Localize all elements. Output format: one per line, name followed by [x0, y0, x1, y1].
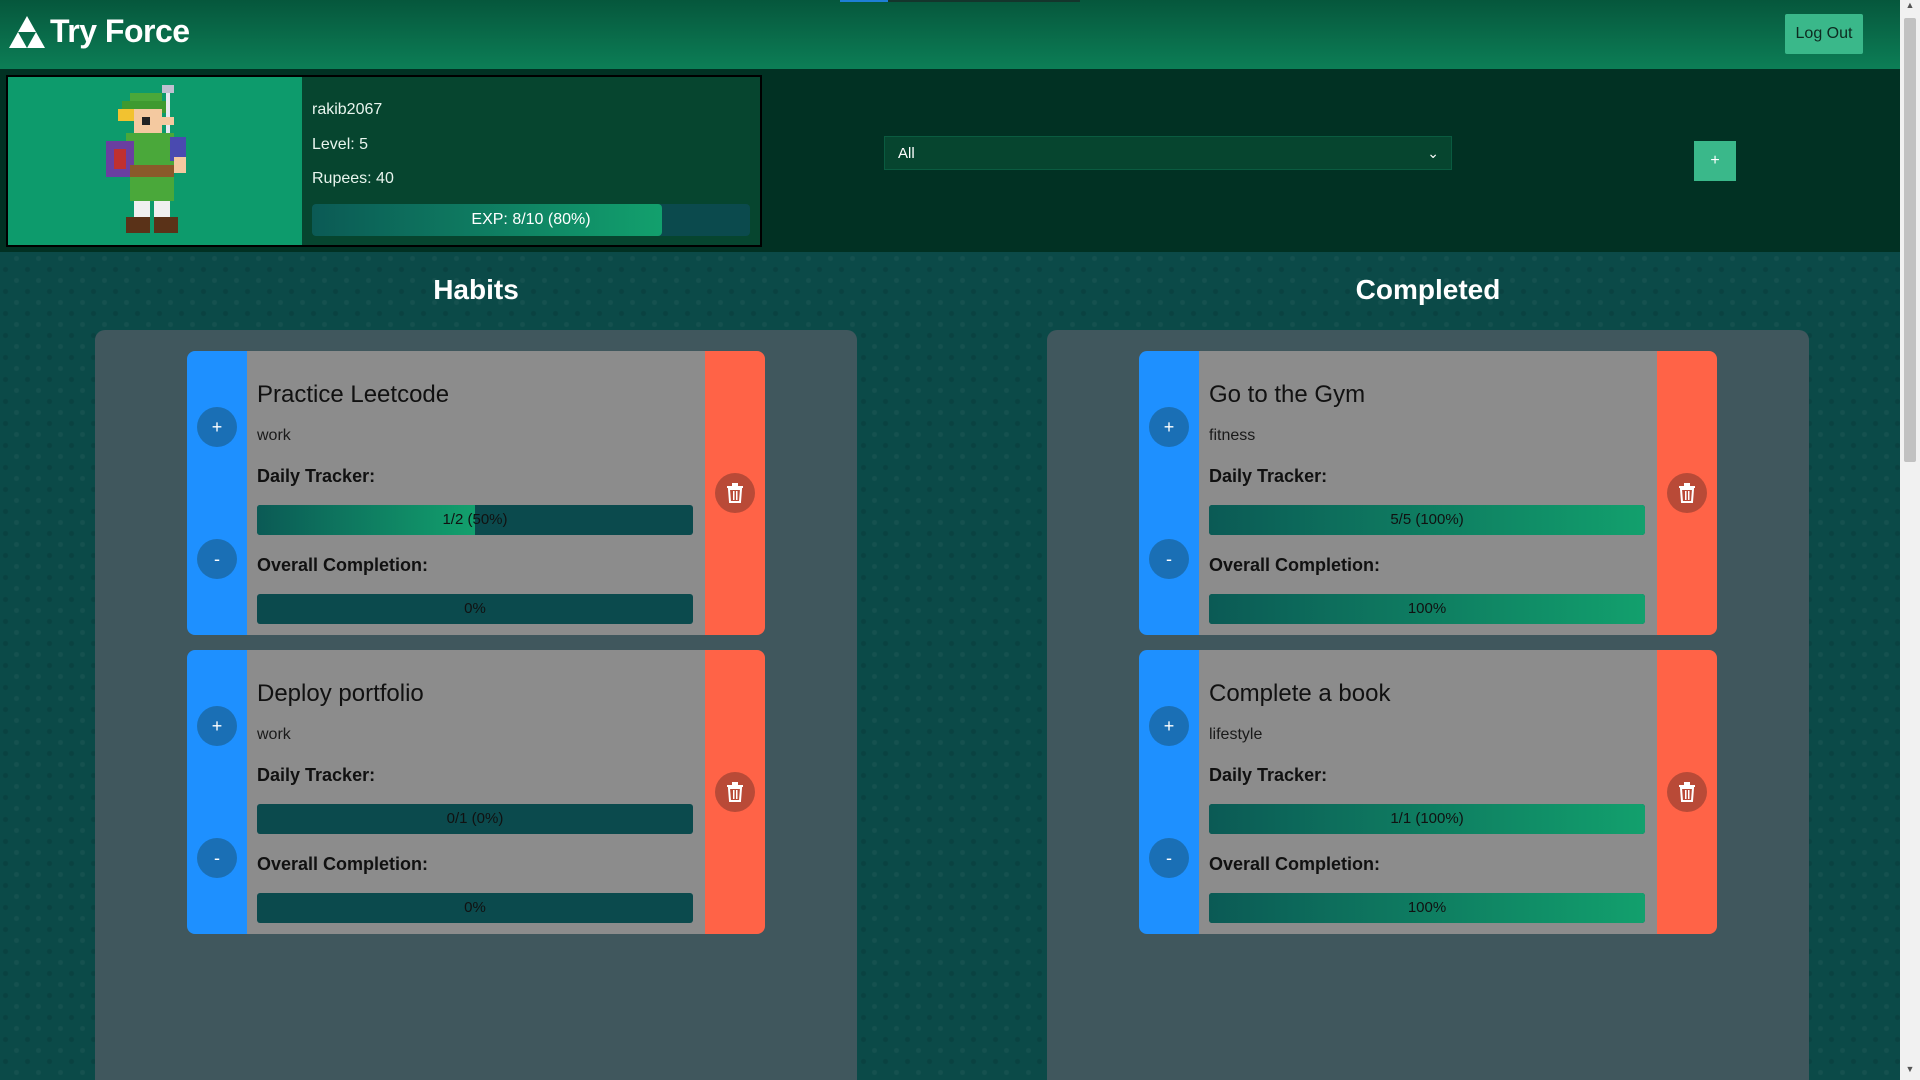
exp-progress-text: EXP: 8/10 (80%)	[471, 211, 591, 228]
overall-completion-label: Overall Completion:	[257, 555, 429, 575]
increment-button[interactable]: +	[1149, 407, 1189, 447]
habit-category: work	[257, 427, 291, 444]
daily-tracker-bar: 5/5 (100%)	[1209, 505, 1645, 535]
profile-info: rakib2067 Level: 5 Rupees: 40 EXP: 8/10 …	[302, 77, 760, 245]
overall-completion-bar: 0%	[257, 594, 693, 624]
daily-tracker-label: Daily Tracker:	[1209, 466, 1328, 486]
daily-tracker-label: Daily Tracker:	[257, 765, 376, 785]
scrollbar-thumb[interactable]	[1904, 18, 1916, 462]
completed-panel: + - Go to the Gym fitness Daily Tracker:…	[1047, 330, 1809, 1080]
delete-habit-button[interactable]	[715, 473, 755, 513]
decrement-button[interactable]: -	[1149, 539, 1189, 579]
page-scrollbar[interactable]: ▲ ▼	[1900, 0, 1920, 1080]
daily-tracker-text: 1/2 (50%)	[442, 511, 508, 528]
overall-completion-label: Overall Completion:	[1209, 555, 1381, 575]
trash-icon	[727, 483, 743, 503]
avatar	[8, 77, 302, 245]
brand[interactable]: Try Force	[8, 13, 190, 50]
habit-category: work	[257, 726, 291, 743]
habit-actions	[1657, 650, 1717, 934]
habit-body: Practice Leetcode work Daily Tracker: 1/…	[247, 351, 705, 635]
decrement-button[interactable]: -	[1149, 838, 1189, 878]
habit-card: + - Complete a book lifestyle Daily Trac…	[1139, 650, 1717, 934]
daily-tracker-bar: 0/1 (0%)	[257, 804, 693, 834]
overall-completion-bar: 0%	[257, 893, 693, 923]
habit-category: lifestyle	[1209, 726, 1263, 743]
page-indicator	[840, 0, 1080, 2]
habit-card: + - Go to the Gym fitness Daily Tracker:…	[1139, 351, 1717, 635]
habit-card: + - Deploy portfolio work Daily Tracker:…	[187, 650, 765, 934]
app-title: Try Force	[50, 13, 190, 49]
level-text: Level: 5	[312, 135, 369, 153]
habit-title: Practice Leetcode	[257, 381, 450, 408]
habits-column-title: Habits	[433, 274, 519, 305]
overall-completion-text: 100%	[1407, 600, 1447, 617]
decrement-button[interactable]: -	[197, 539, 237, 579]
habit-actions	[1657, 351, 1717, 635]
habits-panel: + - Practice Leetcode work Daily Tracker…	[95, 330, 857, 1080]
delete-habit-button[interactable]	[1667, 473, 1707, 513]
overall-completion-text: 0%	[464, 600, 486, 617]
daily-tracker-text: 0/1 (0%)	[446, 810, 504, 827]
overall-completion-label: Overall Completion:	[1209, 854, 1381, 874]
habit-card: + - Practice Leetcode work Daily Tracker…	[187, 351, 765, 635]
add-habit-button[interactable]: +	[1694, 141, 1736, 181]
habit-actions	[705, 650, 765, 934]
scroll-down-arrow-icon[interactable]: ▼	[1900, 1064, 1920, 1080]
habit-controls: + -	[187, 351, 247, 635]
trash-icon	[727, 782, 743, 802]
overall-completion-text: 0%	[464, 899, 486, 916]
delete-habit-button[interactable]	[715, 772, 755, 812]
habit-title: Deploy portfolio	[257, 680, 424, 707]
habit-body: Go to the Gym fitness Daily Tracker: 5/5…	[1199, 351, 1657, 635]
trash-icon	[1679, 782, 1695, 802]
increment-button[interactable]: +	[197, 407, 237, 447]
daily-tracker-text: 5/5 (100%)	[1390, 511, 1464, 528]
daily-tracker-label: Daily Tracker:	[1209, 765, 1328, 785]
overall-completion-label: Overall Completion:	[257, 854, 429, 874]
username: rakib2067	[312, 101, 383, 118]
chevron-down-icon: ⌄	[1427, 145, 1439, 161]
habit-controls: + -	[187, 650, 247, 934]
daily-tracker-bar: 1/1 (100%)	[1209, 804, 1645, 834]
category-filter-select[interactable]: All ⌄	[884, 136, 1452, 170]
filter-selected-value: All	[898, 144, 915, 162]
habit-body: Deploy portfolio work Daily Tracker: 0/1…	[247, 650, 705, 934]
overall-completion-bar: 100%	[1209, 893, 1645, 923]
overall-completion-bar: 100%	[1209, 594, 1645, 624]
top-navbar: Try Force Log Out	[0, 0, 1900, 69]
overall-completion-text: 100%	[1407, 899, 1447, 916]
daily-tracker-text: 1/1 (100%)	[1390, 810, 1464, 827]
trash-icon	[1679, 483, 1695, 503]
increment-button[interactable]: +	[1149, 706, 1189, 746]
profile-band: rakib2067 Level: 5 Rupees: 40 EXP: 8/10 …	[0, 69, 1900, 252]
habit-controls: + -	[1139, 650, 1199, 934]
habit-title: Go to the Gym	[1209, 381, 1366, 408]
increment-button[interactable]: +	[197, 706, 237, 746]
decrement-button[interactable]: -	[197, 838, 237, 878]
daily-tracker-label: Daily Tracker:	[257, 466, 376, 486]
rupees-text: Rupees: 40	[312, 170, 394, 187]
habit-category: fitness	[1209, 427, 1256, 444]
triforce-icon	[9, 15, 45, 48]
exp-progress-bar: EXP: 8/10 (80%)	[312, 204, 750, 236]
habit-controls: + -	[1139, 351, 1199, 635]
habit-body: Complete a book lifestyle Daily Tracker:…	[1199, 650, 1657, 934]
completed-column-title: Completed	[1355, 274, 1501, 305]
habit-title: Complete a book	[1209, 680, 1391, 707]
delete-habit-button[interactable]	[1667, 772, 1707, 812]
habit-actions	[705, 351, 765, 635]
link-character-icon	[106, 85, 186, 233]
profile-card: rakib2067 Level: 5 Rupees: 40 EXP: 8/10 …	[6, 75, 762, 247]
logout-button[interactable]: Log Out	[1785, 14, 1863, 54]
scroll-up-arrow-icon[interactable]: ▲	[1900, 0, 1920, 16]
daily-tracker-bar: 1/2 (50%)	[257, 505, 693, 535]
